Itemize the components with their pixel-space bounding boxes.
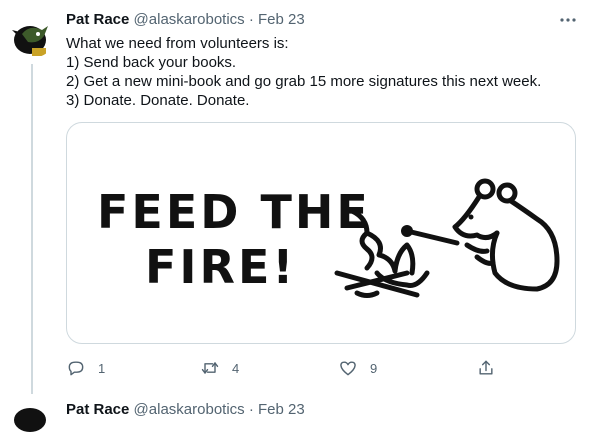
tweet-text: What we need from volunteers is: 1) Send… <box>66 34 586 110</box>
reply-button[interactable]: 1 <box>66 356 105 380</box>
author-name[interactable]: Pat Race <box>66 11 129 28</box>
tweet-text-line: 1) Send back your books. <box>66 54 237 71</box>
next-tweet-avatar[interactable] <box>8 398 56 446</box>
share-icon <box>479 360 493 375</box>
tweet-actions: 1 4 9 <box>66 356 586 380</box>
header-separator: · <box>248 11 254 28</box>
tweet-text-line: What we need from volunteers is: <box>66 35 289 52</box>
retweet-icon <box>201 362 219 374</box>
heart-icon <box>340 361 356 376</box>
thread-connector-line <box>31 64 33 394</box>
more-dots-icon <box>560 18 576 22</box>
tweet-media-card[interactable]: FEED THE FIRE! <box>66 122 576 344</box>
marshmallow-stick <box>404 228 460 246</box>
reply-icon <box>68 361 84 376</box>
avatar-image <box>8 398 56 446</box>
tweet-text-line: 3) Donate. Donate. Donate. <box>66 92 250 109</box>
share-button[interactable] <box>476 356 496 380</box>
tweet-header: Pat Race @alaskarobotics · Feb 23 <box>66 10 305 30</box>
bear-drawing <box>452 178 560 292</box>
feed-the-fire-illustration: FEED THE FIRE! <box>97 178 560 298</box>
image-text-line2: FIRE! <box>145 240 296 294</box>
reply-count: 1 <box>98 360 106 376</box>
avatar-image <box>8 10 56 58</box>
retweet-button[interactable]: 4 <box>200 356 239 380</box>
more-options-button[interactable] <box>556 8 580 32</box>
image-text-line1: FEED THE <box>97 185 371 239</box>
like-count: 9 <box>370 360 378 376</box>
marshmallow <box>401 225 413 237</box>
avatar[interactable] <box>8 10 56 58</box>
retweet-count: 4 <box>232 360 240 376</box>
tweet-text-line: 2) Get a new mini-book and go grab 15 mo… <box>66 73 542 90</box>
tweet-date[interactable]: Feb 23 <box>258 11 305 28</box>
author-handle[interactable]: @alaskarobotics <box>134 11 245 28</box>
like-button[interactable]: 9 <box>338 356 377 380</box>
